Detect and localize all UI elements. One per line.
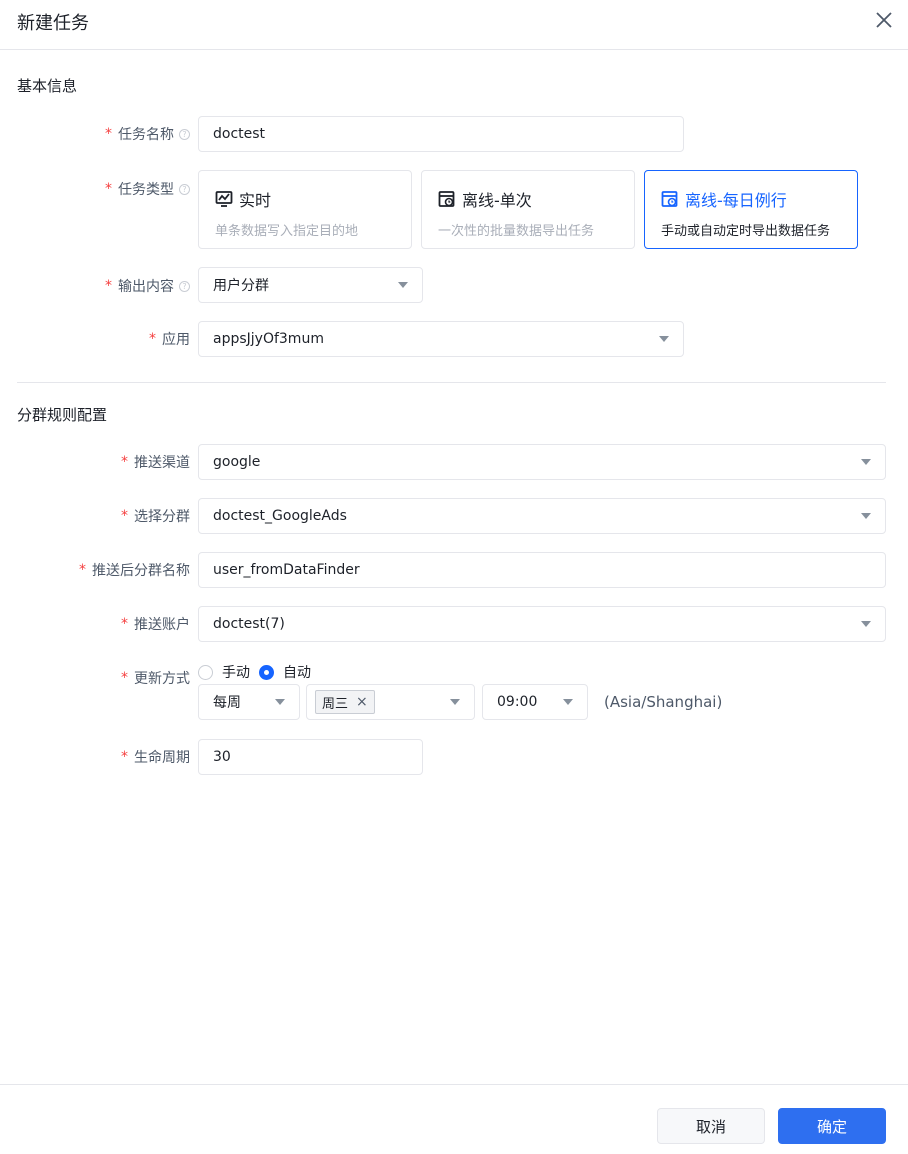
account-label-text: 推送账户 <box>134 617 190 633</box>
task-name-input[interactable] <box>198 116 684 152</box>
output-value: 用户分群 <box>213 278 269 294</box>
section-title-basic: 基本信息 <box>17 77 78 95</box>
required-mark: * <box>105 126 112 142</box>
app-label: * 应用 <box>149 329 190 349</box>
caret-down-icon <box>275 699 285 705</box>
card-title: 离线-每日例行 <box>685 191 787 210</box>
lifecycle-value[interactable] <box>213 749 408 765</box>
section-title-rules: 分群规则配置 <box>17 406 108 424</box>
output-select[interactable]: 用户分群 <box>198 267 423 303</box>
caret-down-icon <box>861 621 871 627</box>
time-select[interactable]: 09:00 <box>482 684 588 720</box>
card-title: 实时 <box>239 191 272 210</box>
card-desc: 手动或自动定时导出数据任务 <box>661 224 831 239</box>
time-value: 09:00 <box>497 694 538 710</box>
timezone-text: (Asia/Shanghai) <box>604 693 723 711</box>
dialog-title: 新建任务 <box>17 13 89 34</box>
confirm-button[interactable]: 确定 <box>778 1108 886 1144</box>
update-label-text: 更新方式 <box>134 671 190 687</box>
required-mark: * <box>121 508 128 524</box>
required-mark: * <box>79 562 86 578</box>
task-type-card-offline-once[interactable]: 离线-单次 一次性的批量数据导出任务 <box>421 170 635 249</box>
segment-select[interactable]: doctest_GoogleAds <box>198 498 886 534</box>
caret-down-icon <box>659 336 669 342</box>
monitor-chart-icon <box>215 191 233 207</box>
card-desc: 一次性的批量数据导出任务 <box>438 224 595 239</box>
pushed-name-label-text: 推送后分群名称 <box>92 563 190 579</box>
task-type-card-realtime[interactable]: 实时 单条数据写入指定目的地 <box>198 170 412 249</box>
lifecycle-label-text: 生命周期 <box>134 750 190 766</box>
caret-down-icon <box>450 699 460 705</box>
segment-value: doctest_GoogleAds <box>213 508 347 524</box>
help-icon[interactable]: ? <box>179 280 190 292</box>
dialog-footer <box>0 1084 908 1154</box>
required-mark: * <box>121 454 128 470</box>
lifecycle-input[interactable] <box>198 739 423 775</box>
pushed-name-value[interactable] <box>213 562 871 578</box>
required-mark: * <box>121 616 128 632</box>
card-desc: 单条数据写入指定目的地 <box>215 224 359 239</box>
segment-label: * 选择分群 <box>121 506 190 526</box>
channel-value: google <box>213 454 261 470</box>
card-title: 离线-单次 <box>462 191 532 210</box>
caret-down-icon <box>563 699 573 705</box>
radio-manual[interactable] <box>198 664 213 680</box>
required-mark: * <box>149 331 156 347</box>
app-select[interactable]: appsJjyOf3mum <box>198 321 684 357</box>
section-divider <box>17 382 886 383</box>
caret-down-icon <box>861 513 871 519</box>
day-multiselect[interactable]: 周三 × <box>306 684 475 720</box>
update-radio-group: 手动 自动 <box>198 662 320 682</box>
required-mark: * <box>121 670 128 686</box>
segment-label-text: 选择分群 <box>134 509 190 525</box>
account-select[interactable]: doctest(7) <box>198 606 886 642</box>
radio-auto[interactable] <box>259 664 274 680</box>
help-icon[interactable]: ? <box>179 128 190 140</box>
cancel-button[interactable]: 取消 <box>657 1108 765 1144</box>
caret-down-icon <box>398 282 408 288</box>
task-name-label: * 任务名称 ? <box>105 124 190 144</box>
tag-close-icon[interactable]: × <box>356 694 368 710</box>
task-type-label-text: 任务类型 <box>118 182 174 198</box>
required-mark: * <box>105 278 112 294</box>
radio-auto-label[interactable]: 自动 <box>283 662 311 682</box>
calendar-clock-icon <box>661 191 678 207</box>
task-type-label: * 任务类型 ? <box>105 179 190 199</box>
frequency-value: 每周 <box>213 695 241 711</box>
radio-manual-label[interactable]: 手动 <box>222 662 250 682</box>
calendar-clock-icon <box>438 191 455 207</box>
task-name-label-text: 任务名称 <box>118 127 174 143</box>
task-name-value[interactable] <box>213 126 669 142</box>
pushed-name-label: * 推送后分群名称 <box>79 560 190 580</box>
caret-down-icon <box>861 459 871 465</box>
task-type-card-offline-daily[interactable]: 离线-每日例行 手动或自动定时导出数据任务 <box>644 170 858 249</box>
pushed-name-input[interactable] <box>198 552 886 588</box>
update-label: * 更新方式 <box>121 668 190 688</box>
required-mark: * <box>121 749 128 765</box>
channel-label-text: 推送渠道 <box>134 455 190 471</box>
frequency-select[interactable]: 每周 <box>198 684 300 720</box>
day-tag-label: 周三 <box>322 696 349 712</box>
account-value: doctest(7) <box>213 616 285 632</box>
dialog-header: 新建任务 <box>0 0 908 50</box>
app-label-text: 应用 <box>162 332 190 348</box>
channel-label: * 推送渠道 <box>121 452 190 472</box>
required-mark: * <box>105 181 112 197</box>
lifecycle-label: * 生命周期 <box>121 747 190 767</box>
close-icon[interactable] <box>874 10 894 30</box>
app-value: appsJjyOf3mum <box>213 331 324 347</box>
help-icon[interactable]: ? <box>179 183 190 195</box>
output-label: * 输出内容 ? <box>105 276 190 296</box>
channel-select[interactable]: google <box>198 444 886 480</box>
output-label-text: 输出内容 <box>118 279 174 295</box>
day-tag: 周三 × <box>315 690 375 714</box>
account-label: * 推送账户 <box>121 614 190 634</box>
